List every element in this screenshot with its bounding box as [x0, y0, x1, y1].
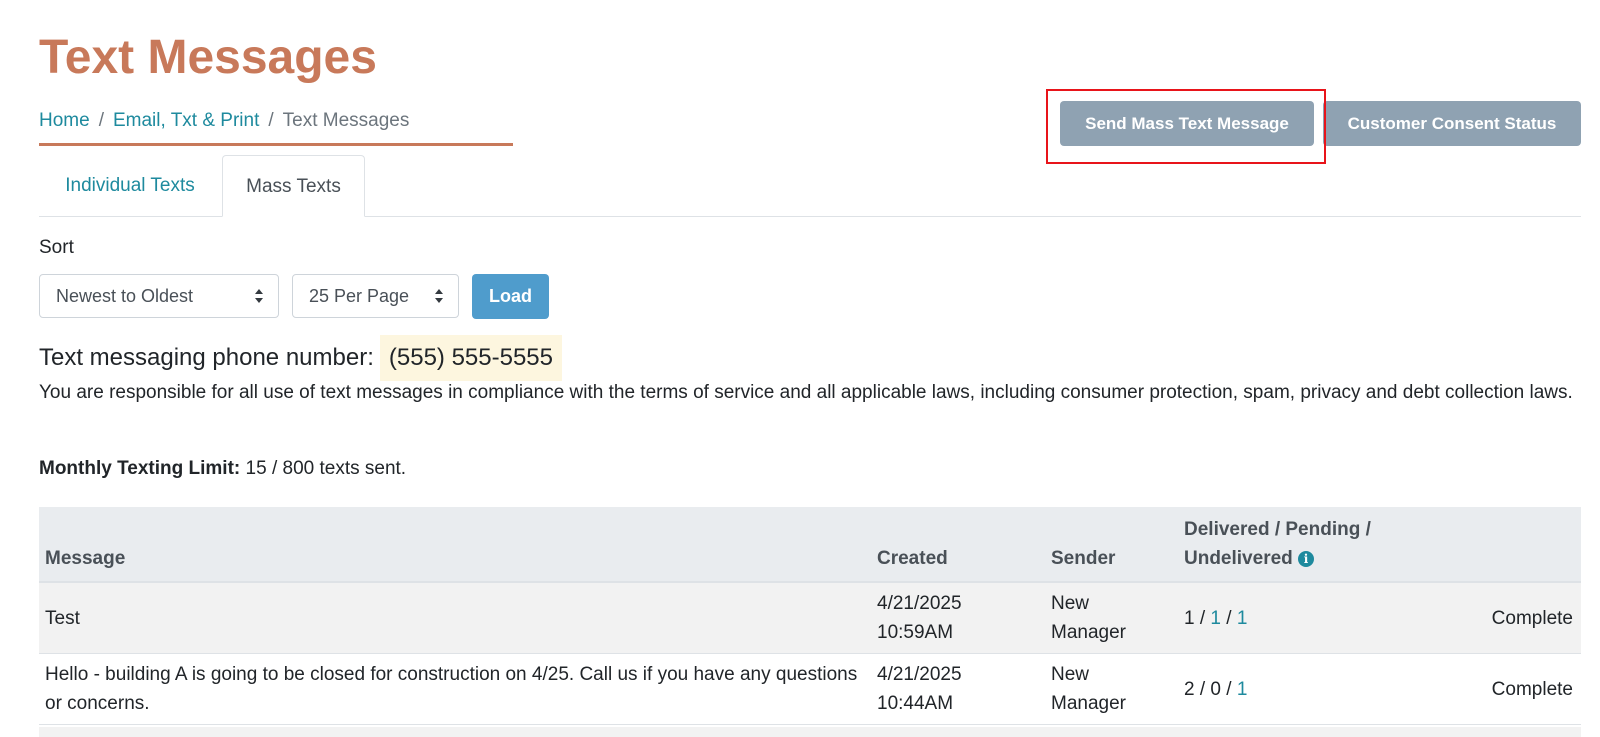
- send-mass-text-button[interactable]: Send Mass Text Message: [1060, 101, 1314, 146]
- pending-count: 0: [1210, 678, 1221, 700]
- breadcrumb: Home / Email, Txt & Print / Text Messages: [39, 106, 513, 146]
- table-row-partial: [39, 727, 1581, 737]
- created-cell: 4/21/2025 10:44AM: [871, 653, 1045, 725]
- header-status: [1470, 507, 1581, 583]
- tab-mass-texts[interactable]: Mass Texts: [222, 155, 365, 217]
- sort-order-value: Newest to Oldest: [56, 286, 194, 306]
- table-row[interactable]: Test 4/21/2025 10:59AM New Manager 1 / 1 /…: [39, 582, 1581, 654]
- header-sender[interactable]: Sender: [1045, 507, 1178, 583]
- phone-number-value: (555) 555-5555: [379, 335, 562, 381]
- delivery-stats-cell: 2 / 0 / 1: [1178, 653, 1470, 725]
- monthly-limit: Monthly Texting Limit: 15 / 800 texts se…: [39, 458, 406, 480]
- breadcrumb-section-link[interactable]: Email, Txt & Print: [113, 110, 259, 131]
- phone-number-label: Text messaging phone number:: [39, 344, 374, 371]
- sender-cell: New Manager: [1045, 653, 1178, 725]
- table-header-row: Message Created Sender Delivered / Pendi…: [39, 507, 1581, 583]
- created-time: 10:44AM: [877, 693, 954, 714]
- monthly-limit-value: 15 / 800 texts sent.: [245, 458, 407, 479]
- pending-count-link[interactable]: 1: [1210, 608, 1221, 629]
- load-button[interactable]: Load: [472, 274, 549, 319]
- sender-first: New: [1051, 593, 1090, 614]
- delivered-count: 2: [1184, 678, 1195, 700]
- phone-number-line: Text messaging phone number: (555) 555-55…: [39, 335, 562, 381]
- header-delivery-stats-label: Delivered / Pending / Undelivered: [1184, 519, 1371, 569]
- created-date: 4/21/2025: [877, 593, 962, 614]
- select-arrows-icon: [435, 289, 443, 303]
- select-arrows-icon: [255, 289, 263, 303]
- header-message[interactable]: Message: [39, 507, 871, 583]
- message-cell: Hello - building A is going to be closed…: [39, 653, 871, 725]
- info-icon[interactable]: i: [1298, 550, 1315, 567]
- created-date: 4/21/2025: [877, 664, 962, 685]
- status-cell: Complete: [1470, 653, 1581, 725]
- breadcrumb-current: Text Messages: [282, 110, 410, 131]
- mass-texts-table: Message Created Sender Delivered / Pendi…: [39, 507, 1581, 725]
- header-delivery-stats: Delivered / Pending / Undelivered i: [1178, 507, 1470, 583]
- sender-first: New: [1051, 664, 1090, 685]
- breadcrumb-separator: /: [268, 110, 274, 131]
- tab-bar: Individual Texts Mass Texts: [39, 155, 1581, 217]
- status-cell: Complete: [1470, 582, 1581, 654]
- message-cell: Test: [39, 582, 871, 654]
- delivered-count: 1: [1184, 607, 1195, 629]
- sender-last: Manager: [1051, 693, 1126, 714]
- sort-label: Sort: [39, 237, 74, 258]
- customer-consent-status-button[interactable]: Customer Consent Status: [1323, 101, 1581, 146]
- sort-order-select[interactable]: Newest to Oldest: [39, 274, 279, 318]
- per-page-value: 25 Per Page: [309, 286, 410, 306]
- created-time: 10:59AM: [877, 622, 954, 643]
- sender-last: Manager: [1051, 622, 1126, 643]
- sender-cell: New Manager: [1045, 582, 1178, 654]
- undelivered-count-link[interactable]: 1: [1237, 608, 1248, 629]
- header-created[interactable]: Created: [871, 507, 1045, 583]
- tab-individual-texts[interactable]: Individual Texts: [39, 155, 221, 217]
- created-cell: 4/21/2025 10:59AM: [871, 582, 1045, 654]
- page-title: Text Messages: [39, 31, 377, 84]
- table-row[interactable]: Hello - building A is going to be closed…: [39, 653, 1581, 725]
- delivery-stats-cell: 1 / 1 / 1: [1178, 582, 1470, 654]
- compliance-disclaimer: You are responsible for all use of text …: [39, 382, 1573, 403]
- breadcrumb-separator: /: [98, 110, 104, 131]
- breadcrumb-home-link[interactable]: Home: [39, 110, 90, 131]
- per-page-select[interactable]: 25 Per Page: [292, 274, 459, 318]
- monthly-limit-label: Monthly Texting Limit:: [39, 458, 241, 479]
- undelivered-count-link[interactable]: 1: [1237, 679, 1248, 700]
